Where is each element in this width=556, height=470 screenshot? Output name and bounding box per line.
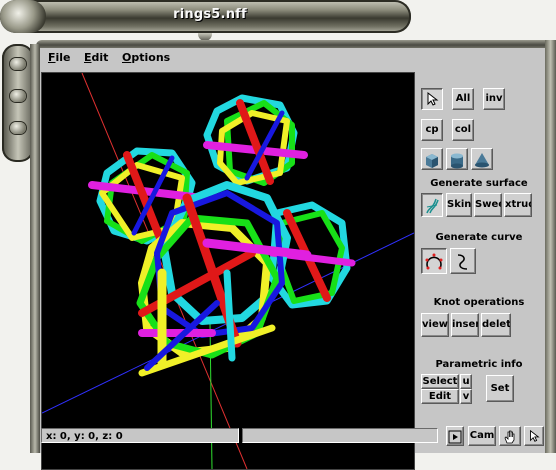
- play-icon: [448, 430, 462, 444]
- knot-operations-heading: Knot operations: [433, 297, 525, 308]
- circle-curve-button[interactable]: [421, 248, 447, 274]
- menu-file-key: F: [48, 51, 56, 64]
- cylinder-icon: [451, 153, 463, 169]
- menu-options-rest: ptions: [131, 51, 171, 64]
- frame-left: [30, 44, 40, 453]
- arrow-pointer-icon: [427, 91, 439, 106]
- circle-curve-icon: [425, 253, 443, 270]
- freehand-curve-button[interactable]: [450, 248, 476, 274]
- knot-delete-button[interactable]: delete: [481, 313, 511, 337]
- menu-bar: File Edit Options: [40, 48, 545, 68]
- cube-icon: [426, 154, 438, 168]
- camera-button[interactable]: Cam: [468, 426, 496, 446]
- select-all-button[interactable]: All: [452, 88, 474, 110]
- surface-button[interactable]: [421, 193, 443, 217]
- tool-panel: All inv cp col Generate surface Skin Swe…: [416, 72, 542, 462]
- rings-object: [88, 94, 356, 377]
- surface-icon: [426, 198, 439, 214]
- cone-button[interactable]: [471, 148, 493, 170]
- menu-options-key: O: [122, 51, 132, 64]
- skin-button[interactable]: Skin: [446, 193, 472, 217]
- parametric-info-heading: Parametric info: [435, 359, 523, 370]
- menu-options[interactable]: Options: [122, 51, 170, 64]
- col-button[interactable]: col: [452, 119, 474, 141]
- title-bar[interactable]: rings5.nff: [0, 0, 411, 33]
- pointer-button[interactable]: [421, 88, 443, 110]
- generate-surface-heading: Generate surface: [430, 178, 528, 189]
- u-parameter[interactable]: u: [460, 374, 472, 389]
- menu-edit[interactable]: Edit: [84, 51, 108, 64]
- coordinates-readout: x: 0, y: 0, z: 0: [41, 428, 239, 443]
- status-pointer-button[interactable]: [524, 426, 544, 446]
- sweep-button[interactable]: Sweep: [474, 193, 502, 217]
- status-message: [242, 428, 438, 443]
- cylinder-button[interactable]: [446, 148, 468, 170]
- cube-button[interactable]: [421, 148, 443, 170]
- main-window: File Edit Options All inv cp col Generat…: [40, 48, 545, 470]
- knot-insert-button[interactable]: insert: [451, 313, 479, 337]
- arrow-pointer-icon: [530, 429, 540, 442]
- pod-knob[interactable]: [10, 122, 26, 134]
- edit-button[interactable]: Edit: [421, 389, 459, 404]
- freehand-curve-icon: [457, 254, 468, 270]
- invert-selection-button[interactable]: inv: [483, 88, 505, 110]
- menu-file-rest: ile: [55, 51, 71, 64]
- frame-right: [545, 40, 556, 453]
- cone-icon: [475, 153, 489, 168]
- select-button[interactable]: Select: [421, 374, 459, 389]
- menu-file[interactable]: File: [48, 51, 71, 64]
- 3d-viewport[interactable]: [41, 72, 415, 470]
- pod-knob[interactable]: [10, 58, 26, 70]
- status-bar: x: 0, y: 0, z: 0 Cam: [40, 426, 545, 450]
- menu-edit-key: E: [84, 51, 92, 64]
- pod-knob[interactable]: [10, 90, 26, 102]
- v-parameter[interactable]: v: [460, 389, 472, 404]
- set-button[interactable]: Set: [486, 375, 514, 402]
- cp-button[interactable]: cp: [421, 119, 443, 141]
- extrude-button[interactable]: xtrud: [504, 193, 532, 217]
- hand-icon: [504, 430, 515, 444]
- title-cap-icon: [0, 0, 46, 33]
- menu-edit-rest: dit: [91, 51, 109, 64]
- window-title: rings5.nff: [173, 7, 247, 22]
- generate-curve-heading: Generate curve: [435, 232, 523, 243]
- knot-view-button[interactable]: view: [421, 313, 449, 337]
- play-button[interactable]: [446, 426, 464, 446]
- hand-tool-button[interactable]: [499, 426, 521, 446]
- rings-scene: [42, 73, 414, 469]
